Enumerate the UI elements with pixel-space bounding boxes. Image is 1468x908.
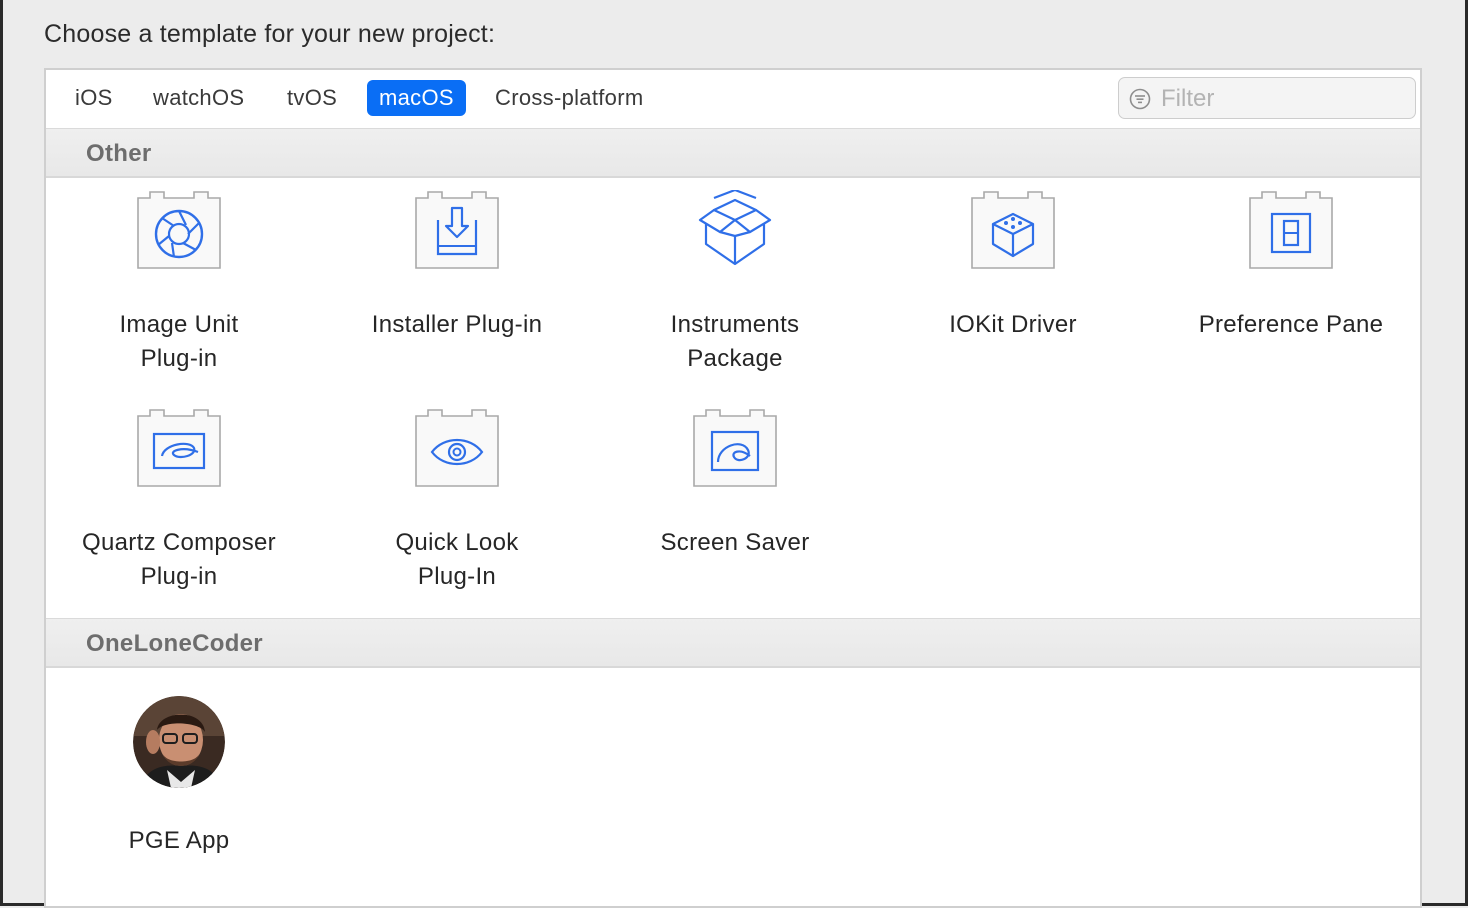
template-label: Image Unit Plug-in bbox=[119, 311, 239, 372]
template-pge-app[interactable]: PGE App bbox=[40, 696, 318, 858]
tab-cross-platform[interactable]: Cross-platform bbox=[483, 80, 655, 116]
template-label: Screen Saver bbox=[660, 529, 810, 556]
section-header-other: Other bbox=[46, 128, 1420, 178]
preference-pane-icon bbox=[1249, 191, 1333, 269]
quartz-swirl-icon bbox=[137, 409, 221, 487]
cube-icon bbox=[971, 191, 1055, 269]
window-edge-left bbox=[0, 0, 3, 906]
aperture-icon bbox=[137, 191, 221, 269]
template-label: Instruments Package bbox=[670, 311, 800, 372]
template-quartz-composer-plug-in[interactable]: Quartz Composer Plug-in bbox=[40, 408, 318, 594]
template-label: Quick Look Plug-In bbox=[395, 529, 519, 590]
eye-icon bbox=[415, 409, 499, 487]
template-label: PGE App bbox=[128, 827, 230, 854]
template-image-unit-plug-in[interactable]: Image Unit Plug-in bbox=[40, 190, 318, 376]
template-panel: iOS watchOS tvOS macOS Cross-platform Ot… bbox=[44, 68, 1422, 908]
open-box-icon bbox=[698, 190, 772, 266]
template-screen-saver[interactable]: Screen Saver bbox=[596, 408, 874, 560]
dialog-prompt: Choose a template for your new project: bbox=[44, 20, 496, 48]
template-iokit-driver[interactable]: IOKit Driver bbox=[874, 190, 1152, 342]
tab-watchos[interactable]: watchOS bbox=[141, 80, 256, 116]
template-label: Quartz Composer Plug-in bbox=[82, 529, 276, 590]
template-label: Preference Pane bbox=[1198, 311, 1384, 338]
filter-icon bbox=[1129, 88, 1151, 110]
template-quick-look-plug-in[interactable]: Quick Look Plug-In bbox=[318, 408, 596, 594]
section-title: Other bbox=[86, 140, 152, 167]
section-title: OneLoneCoder bbox=[86, 630, 263, 657]
tab-ios[interactable]: iOS bbox=[63, 80, 125, 116]
platform-tab-bar: iOS watchOS tvOS macOS Cross-platform bbox=[46, 70, 1420, 130]
filter-field[interactable] bbox=[1118, 77, 1416, 119]
template-label: Installer Plug-in bbox=[371, 311, 543, 338]
screen-saver-icon bbox=[693, 409, 777, 487]
filter-input[interactable] bbox=[1159, 82, 1403, 116]
template-installer-plug-in[interactable]: Installer Plug-in bbox=[318, 190, 596, 342]
template-instruments-package[interactable]: Instruments Package bbox=[596, 190, 874, 376]
template-label: IOKit Driver bbox=[949, 311, 1077, 338]
tab-tvos[interactable]: tvOS bbox=[275, 80, 349, 116]
section-header-onelonecoder: OneLoneCoder bbox=[46, 618, 1420, 668]
installer-download-icon bbox=[415, 191, 499, 269]
avatar-photo bbox=[133, 696, 225, 788]
tab-macos[interactable]: macOS bbox=[367, 80, 466, 116]
template-preference-pane[interactable]: Preference Pane bbox=[1152, 190, 1430, 342]
